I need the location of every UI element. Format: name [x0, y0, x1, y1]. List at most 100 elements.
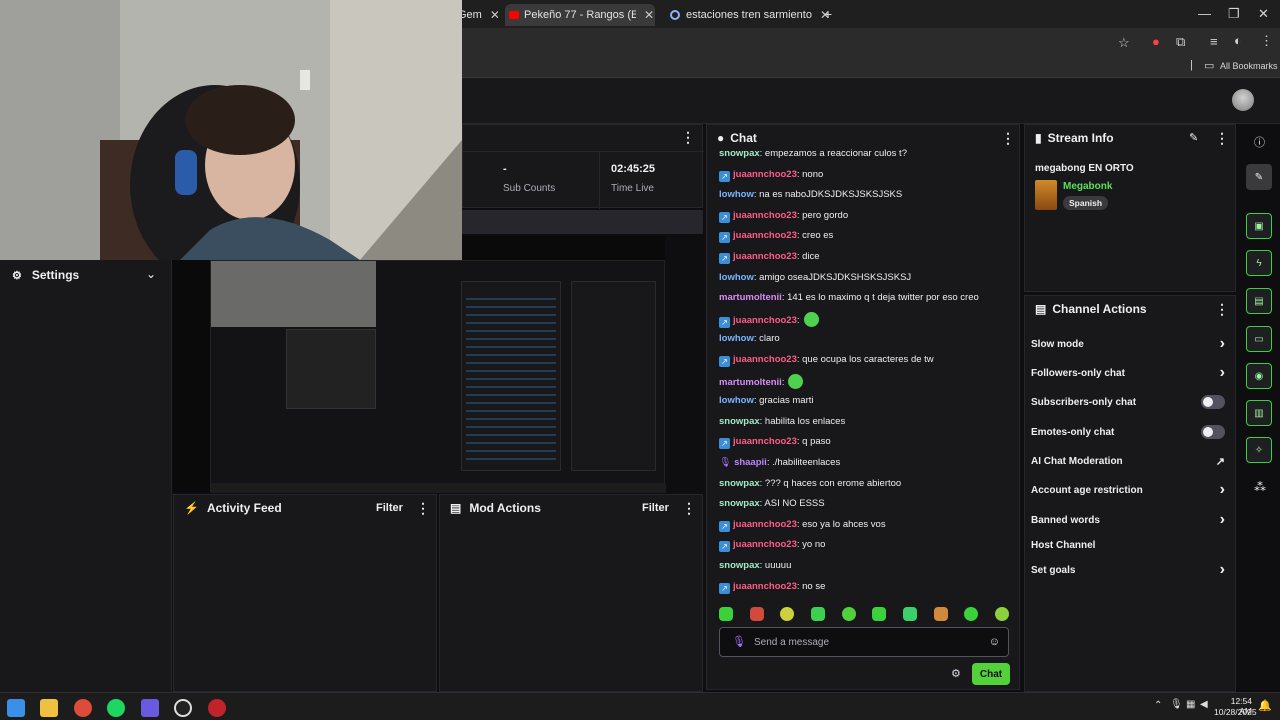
chat-username[interactable]: juaannchoo23 — [733, 251, 797, 262]
chat-username[interactable]: lowhow — [719, 395, 754, 406]
microphone-badge-icon[interactable]: 🎙 — [719, 457, 731, 468]
channel-action-slow-mode[interactable]: Slow mode › — [1031, 335, 1225, 352]
more-icon[interactable]: ⋮ — [682, 500, 696, 517]
badge-icon[interactable]: ↗ — [719, 316, 730, 328]
chevron-right-icon[interactable]: › — [1220, 481, 1225, 499]
chat-username[interactable]: lowhow — [719, 189, 754, 200]
clock-date[interactable]: 10/28/2025 — [1214, 707, 1257, 717]
lightning-icon[interactable]: ϟ — [1246, 250, 1272, 276]
chat-username[interactable]: snowpax — [719, 498, 760, 509]
chat-username[interactable]: juaannchoo23 — [733, 354, 797, 365]
toggle-switch[interactable] — [1201, 425, 1225, 439]
badge-icon[interactable]: ↗ — [719, 170, 730, 182]
badge-icon[interactable]: ↗ — [719, 211, 730, 223]
edit-icon[interactable]: ✎ — [1189, 131, 1198, 144]
layout-icon[interactable]: ▥ — [1246, 400, 1272, 426]
microphone-tray-icon[interactable]: 🎙 — [1170, 699, 1183, 710]
channel-action-banned-words[interactable]: Banned words › — [1031, 511, 1225, 529]
stream-preview[interactable] — [172, 236, 666, 493]
chat-username[interactable]: juaannchoo23 — [733, 210, 797, 221]
spotify-icon[interactable] — [107, 699, 125, 717]
emote-icon[interactable] — [872, 607, 887, 621]
chat-username[interactable]: juaannchoo23 — [733, 519, 797, 530]
chat-username[interactable]: juaannchoo23 — [733, 169, 797, 180]
close-window-button[interactable]: ✕ — [1258, 6, 1269, 22]
clip-icon[interactable]: ▣ — [1246, 213, 1272, 239]
chat-username[interactable]: juaannchoo23 — [733, 230, 797, 241]
emote-icon[interactable] — [964, 607, 979, 621]
chat-username[interactable]: snowpax — [719, 416, 760, 427]
chevron-right-icon[interactable]: › — [1220, 561, 1225, 579]
chat-settings-icon[interactable]: ⚙ — [951, 667, 961, 680]
app-icon[interactable] — [208, 699, 226, 717]
notes-icon[interactable]: ▤ — [1246, 288, 1272, 314]
all-bookmarks-link[interactable]: All Bookmarks — [1220, 61, 1278, 71]
chevron-right-icon[interactable]: › — [1220, 364, 1225, 382]
channel-action-account-age-restriction[interactable]: Account age restriction › — [1031, 481, 1225, 499]
channel-action-followers-only-chat[interactable]: Followers-only chat › — [1031, 364, 1225, 382]
chat-username[interactable]: juaannchoo23 — [733, 436, 797, 447]
tray-chevron-icon[interactable]: ⌃ — [1154, 700, 1162, 711]
maximize-button[interactable]: ❐ — [1228, 6, 1240, 22]
chat-username[interactable]: snowpax — [719, 478, 760, 489]
extension-icon[interactable]: ● — [1152, 34, 1160, 49]
volume-icon[interactable]: ◀ — [1200, 699, 1208, 710]
badge-icon[interactable]: ↗ — [719, 438, 730, 450]
tab-pekeno[interactable]: Pekeño 77 - Rangos (EN VIVO ✕ — [505, 4, 655, 26]
channel-action-set-goals[interactable]: Set goals › — [1031, 561, 1225, 579]
activity-filter-button[interactable]: Filter — [376, 502, 403, 514]
more-icon[interactable]: ⋮ — [1215, 301, 1229, 318]
badge-icon[interactable]: ↗ — [719, 520, 730, 532]
chrome-icon[interactable] — [74, 699, 92, 717]
obs-icon[interactable] — [174, 699, 192, 717]
emote-icon[interactable] — [719, 607, 733, 621]
channel-action-subscribers-only-chat[interactable]: Subscribers-only chat — [1031, 394, 1225, 410]
chat-icon[interactable]: ▭ — [1246, 326, 1272, 352]
emote-icon[interactable] — [933, 607, 948, 621]
puzzle-icon[interactable]: ⧉ — [1176, 34, 1185, 50]
file-explorer-icon[interactable] — [40, 699, 58, 717]
chat-username[interactable]: lowhow — [719, 333, 754, 344]
emote-icon[interactable] — [994, 607, 1009, 621]
chat-username[interactable]: shaapii — [734, 457, 767, 468]
wrench-icon[interactable]: ✧ — [1246, 437, 1272, 463]
chat-username[interactable]: snowpax — [719, 148, 760, 159]
emote-icon[interactable] — [810, 607, 825, 621]
more-icon[interactable]: ⋮ — [1215, 130, 1229, 147]
chat-username[interactable]: juaannchoo23 — [733, 581, 797, 592]
close-icon[interactable]: ✕ — [490, 8, 498, 22]
category-link[interactable]: Megabonk — [1063, 181, 1112, 192]
chat-username[interactable]: martumoltenii — [719, 292, 782, 303]
media-icon[interactable]: ≡ — [1210, 34, 1218, 49]
channel-action-host-channel[interactable]: Host Channel — [1031, 537, 1225, 553]
external-link-icon[interactable]: ↗ — [1216, 455, 1225, 468]
more-icon[interactable]: ⋮ — [1001, 130, 1015, 147]
mod-filter-button[interactable]: Filter — [642, 502, 669, 514]
close-icon[interactable]: ✕ — [644, 8, 654, 22]
chevron-down-icon[interactable]: ⌄ — [146, 267, 156, 281]
menu-icon[interactable]: ⋮ — [1260, 33, 1273, 49]
badge-icon[interactable]: ↗ — [719, 541, 730, 553]
chat-username[interactable]: snowpax — [719, 560, 760, 571]
discord-icon[interactable] — [141, 699, 159, 717]
microphone-icon[interactable]: 🎙 — [732, 635, 746, 648]
emote-icon[interactable] — [902, 607, 917, 621]
network-icon[interactable]: ▦ — [1186, 699, 1195, 710]
chat-send-button[interactable]: Chat — [972, 663, 1010, 685]
channel-action-ai-chat-moderation[interactable]: AI Chat Moderation ↗ — [1031, 453, 1225, 469]
tab-estaciones[interactable]: estaciones tren sarmiento - Bus ✕ — [668, 4, 836, 26]
add-action-icon[interactable]: ⁂ — [1254, 480, 1266, 494]
info-circle-icon[interactable]: ⓘ — [1254, 134, 1265, 150]
more-icon[interactable]: ⋮ — [416, 500, 430, 517]
edit-quick-actions-button[interactable]: ✎ — [1246, 164, 1272, 190]
badge-icon[interactable]: ↗ — [719, 582, 730, 594]
chat-username[interactable]: juaannchoo23 — [733, 539, 797, 550]
emote-icon[interactable] — [749, 607, 764, 621]
emote-icon[interactable] — [780, 607, 795, 621]
more-icon[interactable]: ⋮ — [681, 129, 695, 146]
new-tab-button[interactable]: + — [824, 6, 832, 22]
toggle-switch[interactable] — [1201, 395, 1225, 409]
windows-start-icon[interactable] — [7, 699, 25, 717]
chevron-right-icon[interactable]: › — [1220, 511, 1225, 529]
broadcast-icon[interactable]: ◉ — [1246, 363, 1272, 389]
